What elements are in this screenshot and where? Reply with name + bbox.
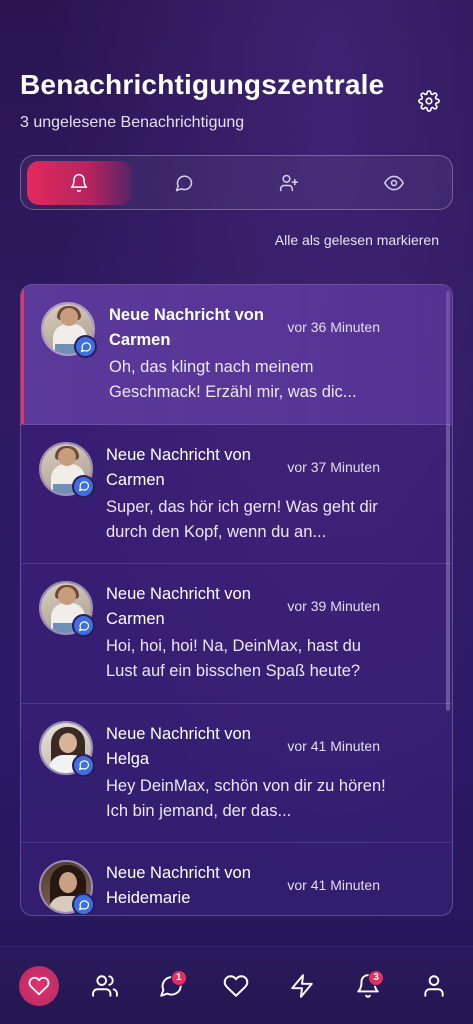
notification-time: vor 41 Minuten	[287, 737, 380, 754]
filter-tabs	[20, 155, 453, 210]
bottom-navigation: 1 3	[0, 946, 473, 1024]
bell-icon	[71, 173, 88, 192]
notification-title: Neue Nachricht von Heidemarie	[106, 864, 251, 907]
bolt-icon	[291, 973, 314, 998]
nav-notifications[interactable]: 3	[348, 966, 388, 1006]
notification-preview: Hey DeinMax, schön von dir zu hören! Ich…	[106, 776, 386, 820]
messages-count-badge: 1	[170, 969, 187, 986]
notification-preview: Hoi, hoi, hoi! Na, DeinMax, hast du Lust…	[106, 637, 361, 680]
notification-item[interactable]: Neue Nachricht von Helga vor 41 Minuten …	[21, 704, 452, 843]
tab-contact-requests[interactable]	[237, 161, 342, 205]
notification-time: vor 39 Minuten	[287, 598, 380, 614]
mark-all-read-link[interactable]: Alle als gelesen markieren	[275, 232, 439, 248]
heart-icon	[28, 976, 50, 995]
user-plus-icon	[279, 174, 298, 191]
message-badge-icon	[72, 614, 95, 637]
notification-time: vor 37 Minuten	[287, 458, 380, 475]
message-badge-icon	[72, 893, 95, 915]
notification-title: Neue Nachricht von Helga	[106, 724, 251, 768]
notification-time: vor 41 Minuten	[287, 877, 380, 893]
nav-profile[interactable]	[414, 966, 454, 1006]
notification-title: Neue Nachricht von Carmen	[109, 306, 264, 349]
tab-all-notifications[interactable]	[27, 160, 132, 205]
message-badge-icon	[74, 335, 97, 358]
notification-title: Neue Nachricht von Carmen	[106, 585, 251, 628]
notification-item[interactable]: Neue Nachricht von Heidemarie vor 41 Min…	[21, 843, 452, 915]
message-badge-icon	[72, 753, 95, 777]
notifications-count-badge: 3	[368, 969, 385, 986]
nav-boost[interactable]	[282, 966, 322, 1006]
nav-matches[interactable]	[18, 965, 59, 1006]
message-badge-icon	[72, 474, 95, 498]
heart-outline-icon	[224, 974, 249, 997]
header: Benachrichtigungszentrale 3 ungelesene B…	[20, 68, 453, 132]
profile-icon	[424, 974, 444, 997]
nav-messages[interactable]: 1	[151, 966, 191, 1006]
users-icon	[91, 974, 118, 997]
notification-time: vor 36 Minuten	[287, 319, 380, 335]
notification-title: Neue Nachricht von Carmen	[106, 445, 251, 489]
unread-count-subtitle: 3 ungelesene Benachrichtigung	[20, 114, 245, 131]
settings-gear-icon[interactable]	[418, 90, 440, 112]
nav-contacts[interactable]	[85, 966, 125, 1006]
chat-icon	[175, 174, 193, 191]
page-title: Benachrichtigungszentrale	[20, 69, 385, 100]
notification-preview: Oh, das klingt nach meinem Geschmack! Er…	[109, 358, 357, 401]
notification-item[interactable]: Neue Nachricht von Carmen vor 37 Minuten…	[21, 425, 452, 564]
notification-item[interactable]: Neue Nachricht von Carmen vor 39 Minuten…	[21, 564, 452, 704]
tab-profile-visitors[interactable]	[341, 161, 446, 205]
tab-messages[interactable]	[132, 161, 237, 205]
notification-list[interactable]: Neue Nachricht von Carmen vor 36 Minuten…	[20, 284, 453, 916]
notification-preview: Super, das hör ich gern! Was geht dir du…	[106, 497, 378, 541]
eye-icon	[383, 175, 404, 190]
nav-likes[interactable]	[216, 966, 256, 1006]
notification-item[interactable]: Neue Nachricht von Carmen vor 36 Minuten…	[21, 285, 452, 425]
